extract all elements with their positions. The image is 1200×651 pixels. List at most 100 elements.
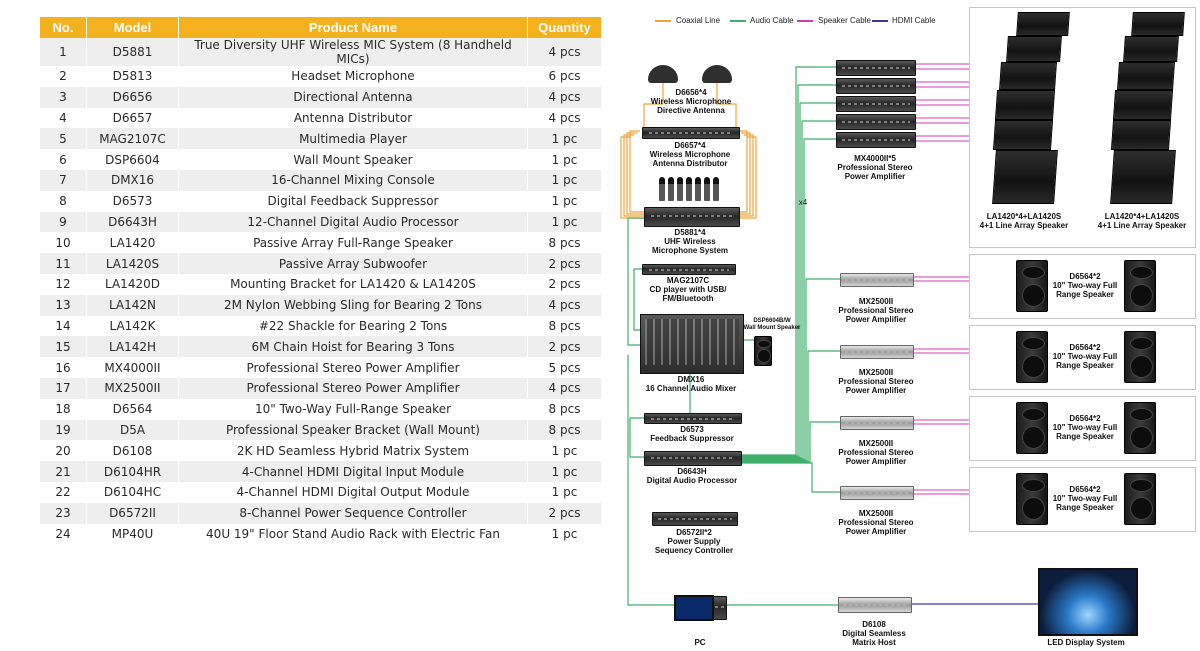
sequencer-label: D6572II*2 Power Supply Sequency Controller [654, 528, 734, 555]
handheld-mic-2 [668, 177, 674, 201]
legend-speaker-swatch [797, 20, 813, 22]
cell-model: D6104HC [86, 481, 179, 503]
cell-product-name: 8-Channel Power Sequence Controller [178, 502, 528, 524]
audio-processor-mx4000 [740, 138, 836, 460]
table-row: 18 D6564 10" Two-Way Full-Range Speaker 8 p… [40, 398, 602, 420]
d6564-label-3: D6564*2 10" Two-way Full Range Speaker [1052, 414, 1118, 441]
cell-quantity: 6 pcs [527, 66, 602, 87]
d6564-speaker-1a [1016, 260, 1048, 312]
cell-quantity: 1 pc [527, 190, 602, 212]
pc-monitor [674, 595, 714, 621]
cell-no: 23 [40, 502, 87, 524]
cell-no: 17 [40, 377, 87, 399]
coax-distributor-uhf-right [738, 134, 754, 217]
antenna-distributor-unit [642, 127, 740, 139]
table-row: 3 D6656 Directional Antenna 4 pcs [40, 86, 602, 108]
cell-no: 8 [40, 190, 87, 212]
mixer-console [640, 314, 744, 374]
handheld-mic-7 [713, 177, 719, 201]
cell-product-name: 4-Channel HDMI Digital Input Module [178, 461, 528, 482]
cell-no: 24 [40, 523, 87, 545]
cell-product-name: Passive Array Full-Range Speaker [178, 232, 528, 254]
line-array-right-subwoofer [1110, 150, 1176, 204]
cell-product-name: True Diversity UHF Wireless MIC System (… [178, 38, 528, 66]
header-no: No. [40, 17, 87, 38]
line-array-left-subwoofer [992, 150, 1058, 204]
mx2500-amp-2 [840, 345, 914, 359]
cell-product-name: Passive Array Subwoofer [178, 253, 528, 274]
table-row: 6 DSP6604 Wall Mount Speaker 1 pc [40, 149, 602, 170]
table-row: 4 D6657 Antenna Distributor 4 pcs [40, 107, 602, 129]
audio-processor-mx2500 [740, 462, 840, 493]
mx2500-amp-4 [840, 486, 914, 500]
cell-quantity: 2 pcs [527, 253, 602, 274]
handheld-mic-6 [704, 177, 710, 201]
header-product-name: Product Name [178, 17, 528, 38]
legend-hdmi-swatch [872, 20, 888, 22]
cell-no: 20 [40, 440, 87, 462]
mx2500-label-1: MX2500II Professional Stereo Power Amplifi… [838, 297, 914, 324]
cell-quantity: 2 pcs [527, 336, 602, 358]
processor-label: D6643H Digital Audio Processor [646, 467, 738, 485]
line-array-right-box-3 [1117, 62, 1175, 90]
cell-product-name: 12-Channel Digital Audio Processor [178, 211, 528, 233]
cell-quantity: 1 pc [527, 128, 602, 150]
cell-product-name: Professional Stereo Power Amplifier [178, 377, 528, 399]
mixer-label: DMX16 16 Channel Audio Mixer [645, 375, 737, 393]
table-row: 15 LA142H 6M Chain Hoist for Bearing 3 Ton… [40, 336, 602, 358]
table-row: 12 LA1420D Mounting Bracket for LA1420 & L… [40, 273, 602, 295]
d6564-label-4: D6564*2 10" Two-way Full Range Speaker [1052, 485, 1118, 512]
legend-hdmi: HDMI Cable [892, 16, 936, 25]
cell-no: 21 [40, 461, 87, 482]
cell-model: MX2500II [86, 377, 179, 399]
cell-product-name: Professional Stereo Power Amplifier [178, 357, 528, 378]
d6564-label-2: D6564*2 10" Two-way Full Range Speaker [1052, 343, 1118, 370]
mx2500-label-4: MX2500II Professional Stereo Power Amplifi… [838, 509, 914, 536]
handheld-mic-3 [677, 177, 683, 201]
table-row: 17 MX2500II Professional Stereo Power Ampl… [40, 377, 602, 399]
cell-model: LA1420D [86, 273, 179, 295]
audio-processor-mx2500 [740, 350, 840, 462]
cell-product-name: Multimedia Player [178, 128, 528, 150]
cell-quantity: 2 pcs [527, 502, 602, 524]
distributor-label: D6657*4 Wireless Microphone Antenna Distri… [649, 141, 731, 168]
legend-audio: Audio Cable [750, 16, 794, 25]
audio-processor-mx2500 [740, 278, 840, 461]
cell-no: 19 [40, 419, 87, 441]
cell-quantity: 1 pc [527, 149, 602, 170]
line-array-right-box-5 [1110, 120, 1172, 150]
handheld-mic-5 [695, 177, 701, 201]
cell-no: 22 [40, 481, 87, 503]
cell-model: MP40U [86, 523, 179, 545]
cell-quantity: 1 pc [527, 440, 602, 462]
table-row: 16 MX4000II Professional Stereo Power Ampl… [40, 357, 602, 378]
table-row: 9 D6643H 12-Channel Digital Audio Processo… [40, 211, 602, 233]
table-header-row: No. Model Product Name Quantity [40, 17, 602, 38]
cell-model: D6572II [86, 502, 179, 524]
cell-no: 5 [40, 128, 87, 150]
cell-no: 1 [40, 38, 87, 66]
cell-no: 14 [40, 315, 87, 337]
cell-model: LA142N [86, 294, 179, 316]
line-array-left-box-5 [992, 120, 1054, 150]
cell-model: MAG2107C [86, 128, 179, 150]
cell-product-name: #22 Shackle for Bearing 2 Tons [178, 315, 528, 337]
table-row: 22 D6104HC 4-Channel HDMI Digital Output M… [40, 481, 602, 503]
line-array-left-box-1 [1016, 12, 1070, 36]
line-array-left-box-4 [994, 90, 1056, 120]
feedback-suppressor-unit [644, 413, 742, 424]
cell-model: D5813 [86, 66, 179, 87]
line-array-left-box-3 [999, 62, 1057, 90]
mx4000-label: MX4000II*5 Professional Stereo Power Ampli… [837, 154, 913, 181]
mx4000-amp-4 [836, 114, 916, 130]
cell-no: 4 [40, 107, 87, 129]
cell-no: 16 [40, 357, 87, 378]
cell-product-name: Mounting Bracket for LA1420 & LA1420S [178, 273, 528, 295]
table-row: 13 LA142N 2M Nylon Webbing Sling for Beari… [40, 294, 602, 316]
cell-product-name: Digital Feedback Suppressor [178, 190, 528, 212]
cd-player-unit [642, 264, 736, 275]
cell-quantity: 5 pcs [527, 357, 602, 378]
mx4000-amp-2 [836, 78, 916, 94]
d6564-speaker-4b [1124, 473, 1156, 525]
table-row: 1 D5881 True Diversity UHF Wireless MIC Sy… [40, 38, 602, 66]
